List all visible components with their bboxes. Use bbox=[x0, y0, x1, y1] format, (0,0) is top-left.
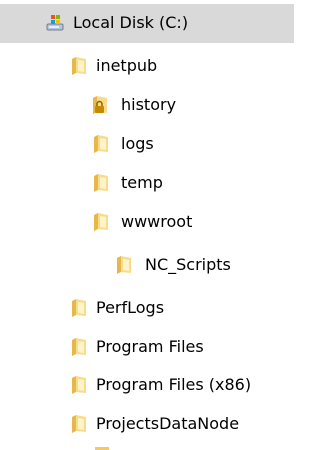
folder-icon bbox=[114, 254, 136, 276]
tree-item-label: history bbox=[121, 95, 177, 114]
tree-item-wwwroot[interactable]: wwwroot bbox=[0, 203, 294, 242]
tree-item-label: ProjectsDataNode bbox=[96, 414, 240, 433]
tree-item-label: wwwroot bbox=[121, 212, 193, 231]
tree-item-label: Program Files bbox=[96, 337, 204, 356]
folder-icon bbox=[91, 211, 113, 233]
tree-item-label: Local Disk (C:) bbox=[73, 13, 189, 32]
tree-item-history[interactable]: history bbox=[0, 86, 294, 125]
tree-item-program-files[interactable]: Program Files bbox=[0, 328, 294, 367]
tree-item-label: temp bbox=[121, 173, 163, 192]
folder-tree: Local Disk (C:) inetpub history logs tem… bbox=[0, 0, 294, 450]
locked-folder-icon bbox=[90, 94, 112, 116]
tree-item-nc-scripts[interactable]: NC_Scripts bbox=[0, 246, 294, 285]
folder-icon bbox=[69, 374, 91, 396]
folder-icon bbox=[69, 413, 91, 435]
tree-item-logs[interactable]: logs bbox=[0, 125, 294, 164]
folder-icon bbox=[69, 336, 91, 358]
folder-icon bbox=[91, 133, 113, 155]
tree-item-label: Program Files (x86) bbox=[96, 375, 252, 394]
tree-item-local-disk-c[interactable]: Local Disk (C:) bbox=[0, 4, 294, 43]
tree-item-inetpub[interactable]: inetpub bbox=[0, 47, 294, 86]
folder-icon bbox=[91, 172, 113, 194]
tree-item-label: NC_Scripts bbox=[145, 255, 231, 274]
tree-item-perflogs[interactable]: PerfLogs bbox=[0, 289, 294, 328]
folder-icon bbox=[69, 55, 91, 77]
tree-item-label: logs bbox=[121, 134, 154, 153]
tree-item-projectsdatanode[interactable]: ProjectsDataNode bbox=[0, 405, 294, 444]
drive-icon bbox=[45, 12, 67, 34]
tree-item-label: PerfLogs bbox=[96, 298, 165, 317]
tree-item-program-files-x86[interactable]: Program Files (x86) bbox=[0, 366, 294, 405]
tree-item-label: inetpub bbox=[96, 56, 158, 75]
tree-item-temp[interactable]: temp bbox=[0, 164, 294, 203]
folder-icon bbox=[69, 297, 91, 319]
